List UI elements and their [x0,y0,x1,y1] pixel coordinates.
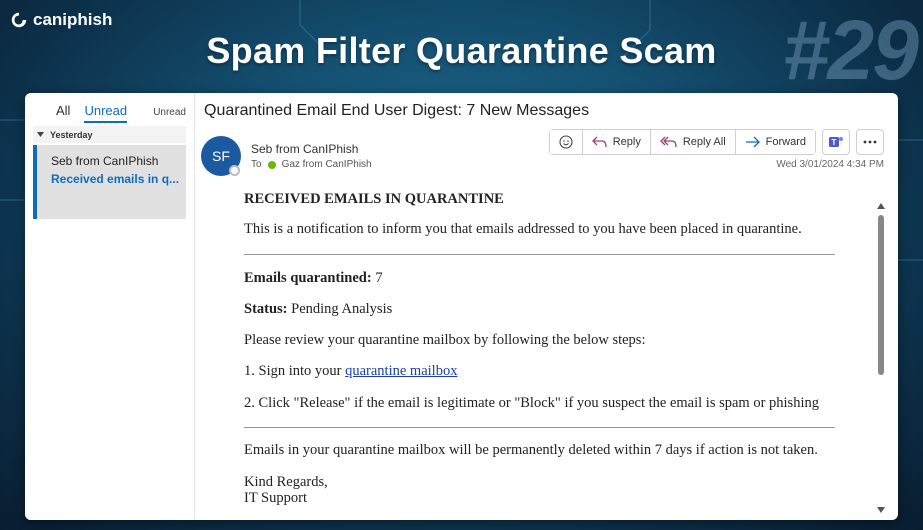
chevron-down-icon [37,132,44,137]
message-list-tabs: All Unread [56,103,128,123]
response-button-group: Reply Reply All Forward [548,129,816,155]
list-item-sender: Seb from CanIPhish [51,154,159,168]
reply-label: Reply [612,136,641,148]
signoff: Kind Regards, [244,474,328,490]
step-one-text: 1. Sign into your [244,363,346,379]
teams-icon: T [829,137,843,147]
deletion-warning: Emails in your quarantine mailbox will b… [244,442,818,458]
scroll-down-arrow-icon[interactable] [877,507,885,513]
recipient-line: To Gaz from CanIPhish [251,159,372,170]
list-item-subject: Received emails in q... [51,172,180,186]
forward-arrow-icon [745,136,760,148]
signature: IT Support [244,490,307,506]
body-heading: RECEIVED EMAILS IN QUARANTINE [244,191,504,207]
teams-button[interactable]: T [822,129,850,155]
count-label: Emails quarantined: [244,270,372,286]
sender-name[interactable]: Seb from CanIPhish [251,142,358,156]
reply-all-icon [659,136,677,148]
emails-quarantined-line: Emails quarantined: 7 [244,270,383,287]
recipient-name[interactable]: Gaz from CanIPhish [282,159,372,170]
status-label: Status: [244,301,288,317]
to-label: To [251,159,262,170]
brand-name: caniphish [33,10,113,29]
tab-all[interactable]: All [56,103,70,123]
step-one: 1. Sign into your quarantine mailbox [244,363,457,380]
step-two: 2. Click "Release" if the email is legit… [244,395,819,411]
forward-label: Forward [765,136,806,148]
body-intro: This is a notification to inform you tha… [244,221,802,237]
email-actions: Reply Reply All Forward T [548,129,884,155]
brand-logo: caniphish [10,9,112,31]
message-list-pane: All Unread Unread Yesterday Seb from Can… [25,93,195,520]
count-value: 7 [371,270,383,286]
reading-pane: Quarantined Email End User Digest: 7 New… [196,93,898,520]
scrollbar-thumb[interactable] [878,215,884,375]
status-value: Pending Analysis [287,301,393,317]
list-item[interactable]: Seb from CanIPhish Received emails in q.… [33,145,186,219]
quarantine-mailbox-link[interactable]: quarantine mailbox [345,363,457,379]
online-status-icon [267,160,276,169]
ellipsis-icon [863,140,877,144]
svg-text:T: T [832,138,837,147]
status-line: Status: Pending Analysis [244,301,392,318]
group-label: Yesterday [50,129,93,140]
reply-button[interactable]: Reply [582,130,651,154]
instructions: Please review your quarantine mailbox by… [244,332,646,348]
more-actions-button[interactable] [856,129,884,155]
group-header-yesterday[interactable]: Yesterday [33,126,186,143]
reply-all-label: Reply All [682,136,726,148]
emoji-reaction-button[interactable] [549,130,583,154]
tab-unread[interactable]: Unread [84,103,128,123]
smiley-icon [559,135,573,149]
scroll-up-arrow-icon[interactable] [877,203,885,209]
email-subject: Quarantined Email End User Digest: 7 New… [204,102,590,119]
reply-icon [591,136,607,148]
fish-hook-icon [11,12,27,28]
reply-all-button[interactable]: Reply All [650,130,736,154]
page-title: Spam Filter Quarantine Scam [206,30,717,71]
filter-dropdown[interactable]: Unread [153,107,186,118]
divider [244,254,835,255]
presence-status-icon [229,165,240,176]
divider [244,427,835,428]
email-timestamp: Wed 3/01/2024 4:34 PM [776,159,884,170]
forward-button[interactable]: Forward [735,130,815,154]
outlook-window: All Unread Unread Yesterday Seb from Can… [25,93,898,520]
scrollbar[interactable] [877,203,885,513]
